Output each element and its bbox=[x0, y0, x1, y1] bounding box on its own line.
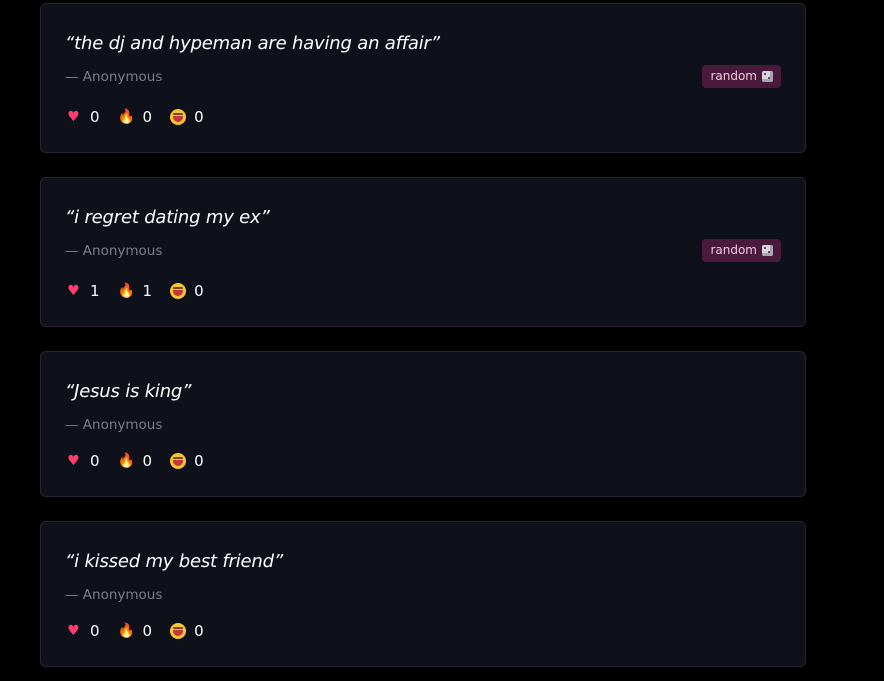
post-author: — Anonymous bbox=[65, 69, 163, 85]
laugh-count: 0 bbox=[194, 622, 204, 640]
fire-count: 0 bbox=[142, 108, 153, 126]
heart-reaction-button[interactable]: ♥ 0 bbox=[65, 107, 100, 127]
post-card: “the dj and hypeman are having an affair… bbox=[40, 3, 806, 153]
heart-reaction-button[interactable]: ♥ 0 bbox=[65, 451, 100, 471]
heart-count: 0 bbox=[90, 622, 100, 640]
laugh-reaction-button[interactable]: 0 bbox=[170, 107, 204, 127]
fire-icon: 🔥 bbox=[117, 283, 135, 299]
heart-icon: ♥ bbox=[67, 623, 80, 639]
fire-count: 1 bbox=[142, 282, 153, 300]
reaction-bar: ♥ 0 🔥 0 0 bbox=[65, 451, 204, 471]
heart-reaction-button[interactable]: ♥ 0 bbox=[65, 621, 100, 641]
tag-label: random bbox=[710, 243, 757, 257]
fire-reaction-button[interactable]: 🔥 0 bbox=[118, 451, 153, 471]
fire-reaction-button[interactable]: 🔥 1 bbox=[118, 281, 153, 301]
laugh-count: 0 bbox=[194, 452, 204, 470]
post-card: “i regret dating my ex” — Anonymous rand… bbox=[40, 177, 806, 327]
post-author: — Anonymous bbox=[65, 587, 163, 603]
post-quote: “i regret dating my ex” bbox=[65, 207, 270, 228]
confession-feed: “the dj and hypeman are having an affair… bbox=[0, 0, 884, 681]
fire-icon: 🔥 bbox=[117, 623, 135, 639]
laughing-face-icon bbox=[170, 109, 187, 125]
laugh-reaction-button[interactable]: 0 bbox=[170, 621, 204, 641]
fire-count: 0 bbox=[142, 452, 153, 470]
laughing-face-icon bbox=[170, 283, 187, 299]
fire-count: 0 bbox=[142, 622, 153, 640]
heart-reaction-button[interactable]: ♥ 1 bbox=[65, 281, 100, 301]
heart-count: 0 bbox=[90, 452, 100, 470]
fire-reaction-button[interactable]: 🔥 0 bbox=[118, 107, 153, 127]
laugh-reaction-button[interactable]: 0 bbox=[170, 451, 204, 471]
post-quote: “i kissed my best friend” bbox=[65, 551, 283, 572]
laugh-count: 0 bbox=[194, 108, 204, 126]
reaction-bar: ♥ 0 🔥 0 0 bbox=[65, 107, 204, 127]
heart-icon: ♥ bbox=[67, 453, 80, 469]
post-card: “Jesus is king” — Anonymous ♥ 0 🔥 0 0 bbox=[40, 351, 806, 497]
dice-icon bbox=[762, 245, 773, 256]
post-card: “i kissed my best friend” — Anonymous ♥ … bbox=[40, 521, 806, 667]
heart-icon: ♥ bbox=[67, 109, 80, 125]
post-quote: “Jesus is king” bbox=[65, 381, 192, 402]
post-author: — Anonymous bbox=[65, 417, 163, 433]
post-quote: “the dj and hypeman are having an affair… bbox=[65, 33, 440, 54]
tag-label: random bbox=[710, 69, 757, 83]
heart-icon: ♥ bbox=[67, 283, 80, 299]
tag-badge[interactable]: random bbox=[702, 65, 781, 88]
laughing-face-icon bbox=[170, 453, 187, 469]
laugh-reaction-button[interactable]: 0 bbox=[170, 281, 204, 301]
reaction-bar: ♥ 0 🔥 0 0 bbox=[65, 621, 204, 641]
post-author: — Anonymous bbox=[65, 243, 163, 259]
reaction-bar: ♥ 1 🔥 1 0 bbox=[65, 281, 204, 301]
fire-reaction-button[interactable]: 🔥 0 bbox=[118, 621, 153, 641]
laughing-face-icon bbox=[170, 623, 187, 639]
dice-icon bbox=[762, 71, 773, 82]
fire-icon: 🔥 bbox=[117, 109, 135, 125]
heart-count: 1 bbox=[90, 282, 100, 300]
tag-badge[interactable]: random bbox=[702, 239, 781, 262]
heart-count: 0 bbox=[90, 108, 100, 126]
fire-icon: 🔥 bbox=[117, 453, 135, 469]
laugh-count: 0 bbox=[194, 282, 204, 300]
